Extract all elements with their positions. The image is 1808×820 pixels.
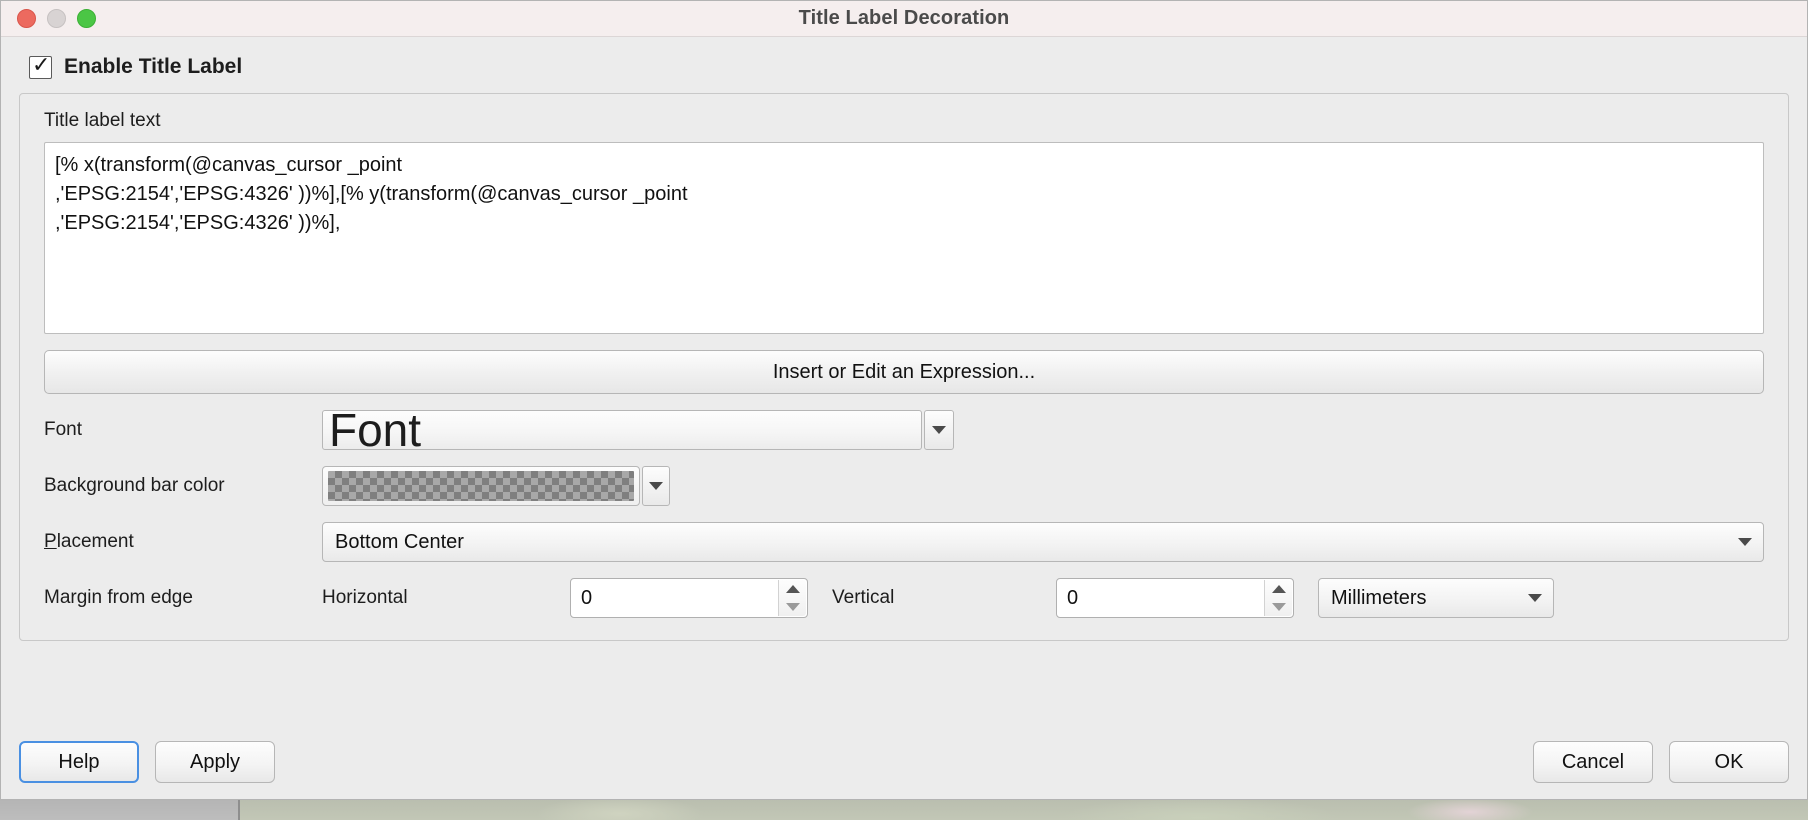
vertical-margin-decrement-button[interactable] bbox=[1265, 598, 1292, 616]
dialog-title: Title Label Decoration bbox=[798, 7, 1010, 29]
dialog-footer: Help Apply Cancel OK bbox=[1, 725, 1807, 799]
vertical-label: Vertical bbox=[832, 587, 895, 608]
triangle-up-icon bbox=[785, 585, 800, 593]
vertical-margin-increment-button[interactable] bbox=[1265, 580, 1292, 598]
chevron-down-icon bbox=[649, 482, 663, 490]
ok-button[interactable]: OK bbox=[1669, 741, 1789, 783]
margin-units-value: Millimeters bbox=[1331, 586, 1427, 609]
background-bar-color-swatch[interactable] bbox=[322, 466, 640, 506]
placement-combobox[interactable]: Bottom Center bbox=[322, 522, 1764, 562]
placement-label: Placement bbox=[44, 531, 322, 553]
cancel-button[interactable]: Cancel bbox=[1533, 741, 1653, 783]
font-dropdown-button[interactable] bbox=[924, 410, 954, 450]
dialog-body: Enable Title Label Title label text [% x… bbox=[1, 37, 1807, 725]
apply-button[interactable]: Apply bbox=[155, 741, 275, 783]
triangle-down-icon bbox=[785, 603, 800, 611]
horizontal-margin-input[interactable] bbox=[571, 579, 807, 617]
enable-title-label-checkbox[interactable] bbox=[29, 52, 52, 79]
vertical-margin-stepper[interactable] bbox=[1056, 578, 1294, 618]
insert-or-edit-expression-button[interactable]: Insert or Edit an Expression... bbox=[44, 350, 1764, 394]
placement-dropdown-arrow[interactable] bbox=[1727, 523, 1763, 561]
background-bar-color-label: Background bar color bbox=[44, 475, 225, 496]
margin-units-combobox[interactable]: Millimeters bbox=[1318, 578, 1554, 618]
title-label-groupbox: Title label text [% x(transform(@canvas_… bbox=[19, 93, 1789, 641]
transparency-checker-pattern bbox=[328, 471, 634, 501]
chevron-down-icon bbox=[932, 426, 946, 434]
background-bar-color-dropdown-button[interactable] bbox=[642, 466, 670, 506]
placement-label-rest: lacement bbox=[56, 531, 134, 552]
help-button[interactable]: Help bbox=[19, 741, 139, 783]
horizontal-margin-spin-buttons[interactable] bbox=[778, 580, 806, 616]
background-bar-color-row: Background bar color bbox=[44, 466, 1764, 506]
horizontal-margin-stepper[interactable] bbox=[570, 578, 808, 618]
font-label: Font bbox=[44, 419, 83, 440]
font-row: Font Font bbox=[44, 410, 1764, 450]
title-label-text-input[interactable]: [% x(transform(@canvas_cursor _point ,'E… bbox=[44, 142, 1764, 334]
margin-units-dropdown-arrow[interactable] bbox=[1517, 579, 1553, 617]
placement-row: Placement Bottom Center bbox=[44, 522, 1764, 562]
font-combobox-value: Font bbox=[329, 410, 422, 450]
placement-mnemonic: P bbox=[44, 531, 57, 552]
triangle-down-icon bbox=[1271, 603, 1286, 611]
dialog-titlebar: Title Label Decoration bbox=[1, 1, 1807, 37]
enable-title-label-row[interactable]: Enable Title Label bbox=[17, 37, 1791, 93]
title-label-decoration-dialog: Title Label Decoration Enable Title Labe… bbox=[0, 0, 1808, 800]
placement-combobox-value: Bottom Center bbox=[335, 530, 464, 553]
enable-title-label-text: Enable Title Label bbox=[64, 55, 243, 78]
vertical-margin-spin-buttons[interactable] bbox=[1264, 580, 1292, 616]
vertical-margin-input[interactable] bbox=[1057, 579, 1293, 617]
margin-from-edge-label: Margin from edge bbox=[44, 587, 193, 608]
chevron-down-icon bbox=[1738, 538, 1752, 546]
chevron-down-icon bbox=[1528, 594, 1542, 602]
triangle-up-icon bbox=[1271, 585, 1286, 593]
horizontal-margin-increment-button[interactable] bbox=[779, 580, 806, 598]
margin-from-edge-row: Margin from edge Horizontal Vertical bbox=[44, 578, 1764, 618]
horizontal-margin-decrement-button[interactable] bbox=[779, 598, 806, 616]
font-combobox[interactable]: Font bbox=[322, 410, 922, 450]
title-label-text-label: Title label text bbox=[44, 110, 161, 131]
horizontal-label: Horizontal bbox=[322, 587, 408, 608]
